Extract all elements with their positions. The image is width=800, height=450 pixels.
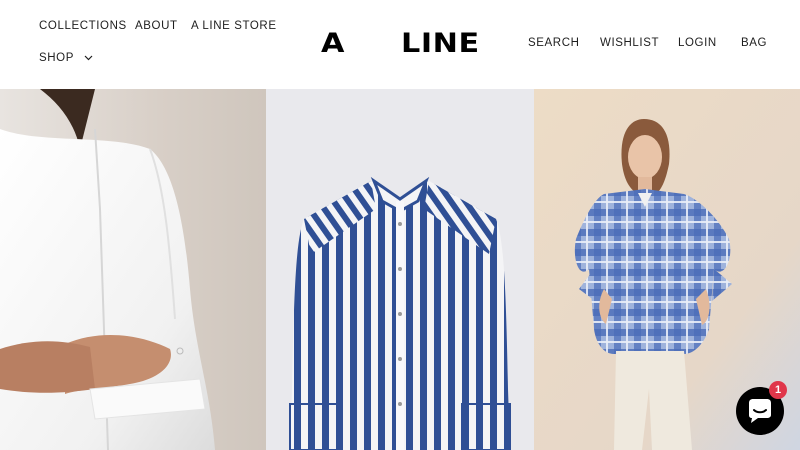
nav-shop[interactable]: SHOP [39,52,93,64]
white-shirt-image [0,89,266,450]
nav-wishlist[interactable]: WISHLIST [600,37,659,49]
site-header: COLLECTIONS ABOUT A LINE STORE SHOP A LI… [0,0,800,89]
logo-letter-a[interactable]: A [321,28,345,60]
nav-search[interactable]: SEARCH [528,37,580,49]
nav-collections[interactable]: COLLECTIONS [39,20,127,32]
hero-panel-white-shirt[interactable] [0,89,266,450]
hero-panel-striped-shirt[interactable] [266,89,534,450]
nav-shop-label: SHOP [39,52,74,64]
chat-notification-badge: 1 [769,381,787,399]
nav-login[interactable]: LOGIN [678,37,717,49]
striped-shirt-image [266,89,534,450]
nav-a-line-store[interactable]: A LINE STORE [191,20,277,32]
chevron-down-icon [84,55,93,61]
nav-about[interactable]: ABOUT [135,20,178,32]
logo-word-line[interactable]: LINE [401,28,480,60]
hero-image-grid [0,89,800,450]
nav-bag[interactable]: BAG [741,37,767,49]
